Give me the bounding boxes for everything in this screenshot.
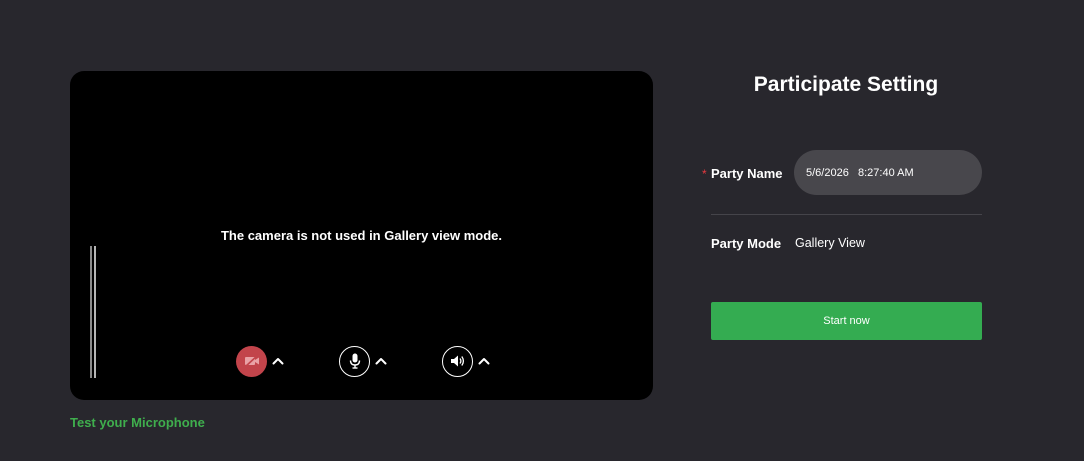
party-mode-label: Party Mode xyxy=(711,236,782,251)
page: The camera is not used in Gallery view m… xyxy=(0,0,1084,461)
test-microphone-link[interactable]: Test your Microphone xyxy=(70,415,205,430)
start-now-button[interactable]: Start now xyxy=(711,302,982,340)
preview-message: The camera is not used in Gallery view m… xyxy=(220,228,503,243)
settings-title: Participate Setting xyxy=(753,73,939,96)
party-name-label: Party Name xyxy=(711,166,783,181)
speaker-control xyxy=(442,345,492,377)
video-preview: The camera is not used in Gallery view m… xyxy=(70,71,653,400)
microphone-icon xyxy=(349,353,360,369)
speaker-toggle-button[interactable] xyxy=(442,345,473,377)
party-mode-value: Gallery View xyxy=(795,236,865,250)
chevron-up-icon xyxy=(478,358,490,365)
chevron-up-icon xyxy=(375,358,387,365)
speaker-icon xyxy=(450,355,464,367)
camera-options-chevron[interactable] xyxy=(270,353,286,369)
party-name-input[interactable] xyxy=(794,150,982,195)
chevron-up-icon xyxy=(272,358,284,365)
camera-control xyxy=(236,345,286,377)
camera-toggle-button[interactable] xyxy=(236,345,267,377)
required-marker: * xyxy=(702,167,707,181)
divider xyxy=(711,214,982,215)
microphone-toggle-button[interactable] xyxy=(339,345,370,377)
video-off-icon xyxy=(243,354,259,368)
audio-level-meter xyxy=(90,246,98,378)
level-bar xyxy=(94,246,96,378)
microphone-control xyxy=(339,345,389,377)
speaker-options-chevron[interactable] xyxy=(476,353,492,369)
level-bar xyxy=(90,246,92,378)
microphone-options-chevron[interactable] xyxy=(373,353,389,369)
